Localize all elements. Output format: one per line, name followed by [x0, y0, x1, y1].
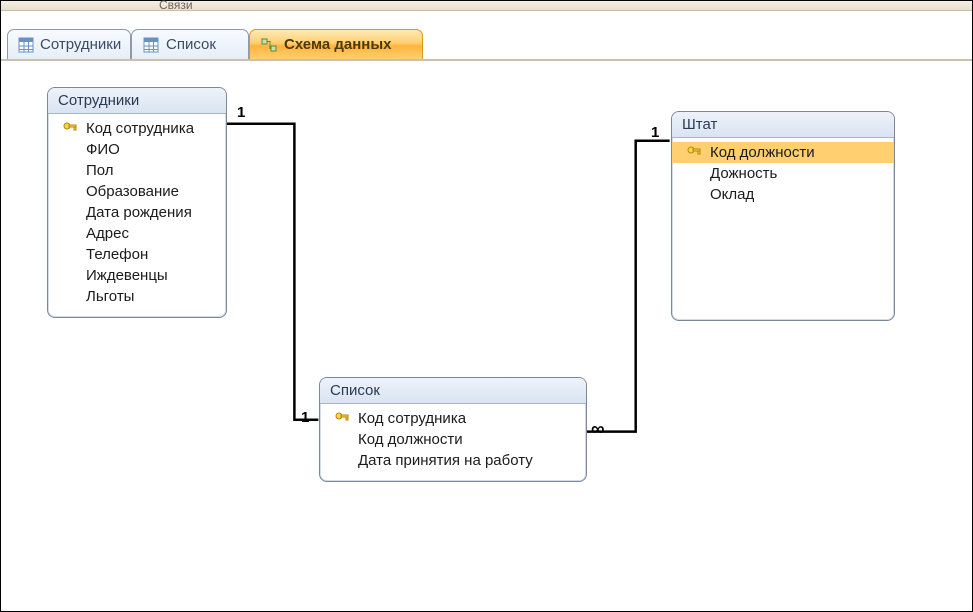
table-employees[interactable]: Сотрудники Код сотрудника ФИО Пол Образо… — [47, 87, 227, 318]
field-label: Иждевенцы — [86, 267, 168, 284]
document-tabs: Сотрудники Список Схема данных — [7, 29, 966, 59]
field-label: Оклад — [710, 186, 754, 203]
table-field-list: Код сотрудника Код должности Дата принят… — [320, 404, 586, 481]
tab-label: Список — [166, 36, 216, 53]
table-list[interactable]: Список Код сотрудника Код должности Дата… — [319, 377, 587, 482]
ribbon-strip — [1, 1, 972, 11]
table-field[interactable]: Код должности — [672, 142, 894, 163]
tab-schema[interactable]: Схема данных — [249, 29, 423, 59]
primary-key-icon — [334, 411, 350, 427]
table-field[interactable]: Дожность — [672, 163, 894, 184]
cardinality-list-left: 1 — [301, 409, 309, 426]
table-field[interactable]: Льготы — [48, 286, 226, 307]
table-header[interactable]: Список — [320, 378, 586, 404]
table-field[interactable]: ФИО — [48, 139, 226, 160]
table-field-list: Код сотрудника ФИО Пол Образование Дата … — [48, 114, 226, 317]
tab-label: Схема данных — [284, 36, 392, 53]
table-field[interactable]: Дата принятия на работу — [320, 450, 586, 471]
cardinality-employees-side: 1 — [237, 104, 245, 121]
field-label: Дожность — [710, 165, 777, 182]
table-staff[interactable]: Штат Код должности Дожность Оклад — [671, 111, 895, 321]
table-field[interactable]: Код сотрудника — [48, 118, 226, 139]
cardinality-list-right-infinity: ∞ — [591, 419, 603, 441]
datasheet-icon — [142, 36, 160, 54]
relationships-icon — [260, 36, 278, 54]
field-label: ФИО — [86, 141, 120, 158]
table-field[interactable]: Код должности — [320, 429, 586, 450]
field-label: Код должности — [710, 144, 815, 161]
tab-employees[interactable]: Сотрудники — [7, 29, 131, 59]
table-field-list: Код должности Дожность Оклад — [672, 138, 894, 215]
table-field[interactable]: Телефон — [48, 244, 226, 265]
app-frame: Связи Сотрудники Список Схема данных — [0, 0, 973, 612]
ribbon-group-label: Связи — [159, 0, 193, 12]
relationships-canvas[interactable]: 1 1 ∞ 1 Сотрудники Код сотрудника ФИО По… — [1, 61, 972, 611]
field-label: Образование — [86, 183, 179, 200]
table-field[interactable]: Пол — [48, 160, 226, 181]
table-header[interactable]: Штат — [672, 112, 894, 138]
field-label: Код должности — [358, 431, 463, 448]
datasheet-icon — [18, 36, 34, 54]
tab-list[interactable]: Список — [131, 29, 249, 59]
primary-key-icon — [686, 145, 702, 161]
field-label: Льготы — [86, 288, 134, 305]
field-label: Код сотрудника — [358, 410, 466, 427]
field-label: Адрес — [86, 225, 129, 242]
field-label: Дата рождения — [86, 204, 192, 221]
cardinality-staff-side: 1 — [651, 124, 659, 141]
table-field[interactable]: Код сотрудника — [320, 408, 586, 429]
table-field[interactable]: Дата рождения — [48, 202, 226, 223]
tab-label: Сотрудники — [40, 36, 121, 53]
primary-key-icon — [62, 121, 78, 137]
table-field[interactable]: Оклад — [672, 184, 894, 205]
field-label: Код сотрудника — [86, 120, 194, 137]
field-label: Телефон — [86, 246, 148, 263]
field-label: Пол — [86, 162, 114, 179]
table-field[interactable]: Образование — [48, 181, 226, 202]
table-field[interactable]: Иждевенцы — [48, 265, 226, 286]
table-header[interactable]: Сотрудники — [48, 88, 226, 114]
field-label: Дата принятия на работу — [358, 452, 533, 469]
table-field[interactable]: Адрес — [48, 223, 226, 244]
